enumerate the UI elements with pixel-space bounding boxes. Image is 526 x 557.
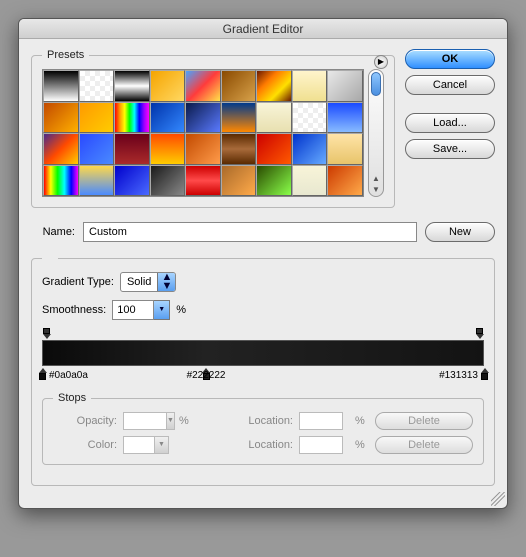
location-label: Location: [233, 415, 293, 427]
preset-swatch[interactable] [221, 102, 257, 134]
color-stop-label: #222222 [187, 370, 226, 381]
name-label: Name: [31, 226, 75, 238]
preset-swatch[interactable] [221, 165, 257, 197]
presets-group: Presets ▶ ▲ ▼ [31, 49, 395, 208]
preset-swatch[interactable] [79, 165, 115, 197]
titlebar[interactable]: Gradient Editor [19, 19, 507, 39]
preset-swatch[interactable] [79, 70, 115, 102]
preset-swatch[interactable] [79, 133, 115, 165]
preset-swatch[interactable] [185, 133, 221, 165]
smoothness-input[interactable] [112, 300, 154, 320]
preset-swatch[interactable] [292, 133, 328, 165]
preset-swatch[interactable] [79, 102, 115, 134]
new-button[interactable]: New [425, 222, 495, 242]
delete-color-stop-button: Delete [375, 436, 473, 454]
color-location-input [299, 436, 343, 454]
smoothness-label: Smoothness: [42, 304, 106, 316]
color-stop[interactable]: #222222 [202, 368, 211, 380]
presets-menu-icon[interactable]: ▶ [374, 55, 388, 69]
cancel-button[interactable]: Cancel [405, 75, 495, 95]
preset-swatch[interactable] [185, 102, 221, 134]
color-stop-label: #131313 [439, 370, 478, 381]
opacity-stop[interactable] [475, 328, 484, 339]
color-stop-label: #0a0a0a [49, 370, 88, 381]
preset-swatch[interactable] [256, 70, 292, 102]
stops-group: Stops Opacity: ▼ % Location: % Delete Co… [42, 392, 484, 465]
name-input[interactable] [83, 222, 417, 242]
preset-swatch[interactable] [256, 133, 292, 165]
presets-grid[interactable] [42, 69, 364, 197]
preset-swatch[interactable] [114, 165, 150, 197]
preset-swatch[interactable] [114, 70, 150, 102]
opacity-input [123, 412, 167, 430]
preset-swatch[interactable] [43, 165, 79, 197]
smoothness-dropdown-icon[interactable]: ▼ [154, 300, 170, 320]
scroll-down-icon[interactable]: ▼ [372, 185, 380, 195]
preset-swatch[interactable] [114, 102, 150, 134]
preset-swatch[interactable] [327, 133, 363, 165]
stepper-icon: ▲▼ [157, 273, 175, 291]
opacity-location-input [299, 412, 343, 430]
delete-opacity-stop-button: Delete [375, 412, 473, 430]
load-button[interactable]: Load... [405, 113, 495, 133]
scroll-thumb[interactable] [371, 72, 381, 96]
preset-swatch[interactable] [292, 70, 328, 102]
preset-swatch[interactable] [185, 70, 221, 102]
preset-swatch[interactable] [150, 70, 186, 102]
gradient-settings-group: Gradient Type: Solid ▲▼ x Smoothness: ▼ … [31, 252, 495, 486]
smoothness-unit: % [176, 304, 186, 316]
preset-swatch[interactable] [327, 70, 363, 102]
preset-swatch[interactable] [256, 102, 292, 134]
presets-legend: Presets [42, 49, 89, 61]
preset-swatch[interactable] [292, 102, 328, 134]
save-button[interactable]: Save... [405, 139, 495, 159]
color-stop[interactable]: #0a0a0a [38, 368, 47, 380]
preset-swatch[interactable] [43, 70, 79, 102]
preset-swatch[interactable] [221, 133, 257, 165]
preset-swatch[interactable] [221, 70, 257, 102]
dropdown-icon: ▼ [167, 412, 175, 430]
location-label: Location: [233, 439, 293, 451]
color-label: Color: [53, 439, 117, 451]
preset-swatch[interactable] [256, 165, 292, 197]
preset-swatch[interactable] [327, 102, 363, 134]
opacity-stops-track[interactable] [42, 328, 484, 340]
gradient-preview-bar[interactable] [42, 340, 484, 366]
color-stops-track[interactable]: #0a0a0a #222222 #131313 [42, 368, 484, 382]
opacity-label: Opacity: [53, 415, 117, 427]
gradient-type-select[interactable]: Solid ▲▼ [120, 272, 176, 292]
presets-scrollbar[interactable]: ▲ ▼ [368, 69, 384, 197]
scroll-up-icon[interactable]: ▲ [372, 174, 380, 184]
dropdown-icon: ▼ [155, 436, 169, 454]
preset-swatch[interactable] [185, 165, 221, 197]
preset-swatch[interactable] [43, 102, 79, 134]
gradient-type-label: Gradient Type: [42, 276, 114, 288]
preset-swatch[interactable] [150, 133, 186, 165]
preset-swatch[interactable] [150, 165, 186, 197]
color-stop[interactable]: #131313 [480, 368, 489, 380]
preset-swatch[interactable] [150, 102, 186, 134]
color-well [123, 436, 155, 454]
stops-legend: Stops [53, 392, 91, 404]
preset-swatch[interactable] [327, 165, 363, 197]
gradient-editor-dialog: Gradient Editor Presets ▶ ▲ ▼ [18, 18, 508, 509]
opacity-stop[interactable] [42, 328, 51, 339]
preset-swatch[interactable] [114, 133, 150, 165]
resize-handle-icon[interactable] [491, 492, 505, 506]
preset-swatch[interactable] [292, 165, 328, 197]
preset-swatch[interactable] [43, 133, 79, 165]
ok-button[interactable]: OK [405, 49, 495, 69]
